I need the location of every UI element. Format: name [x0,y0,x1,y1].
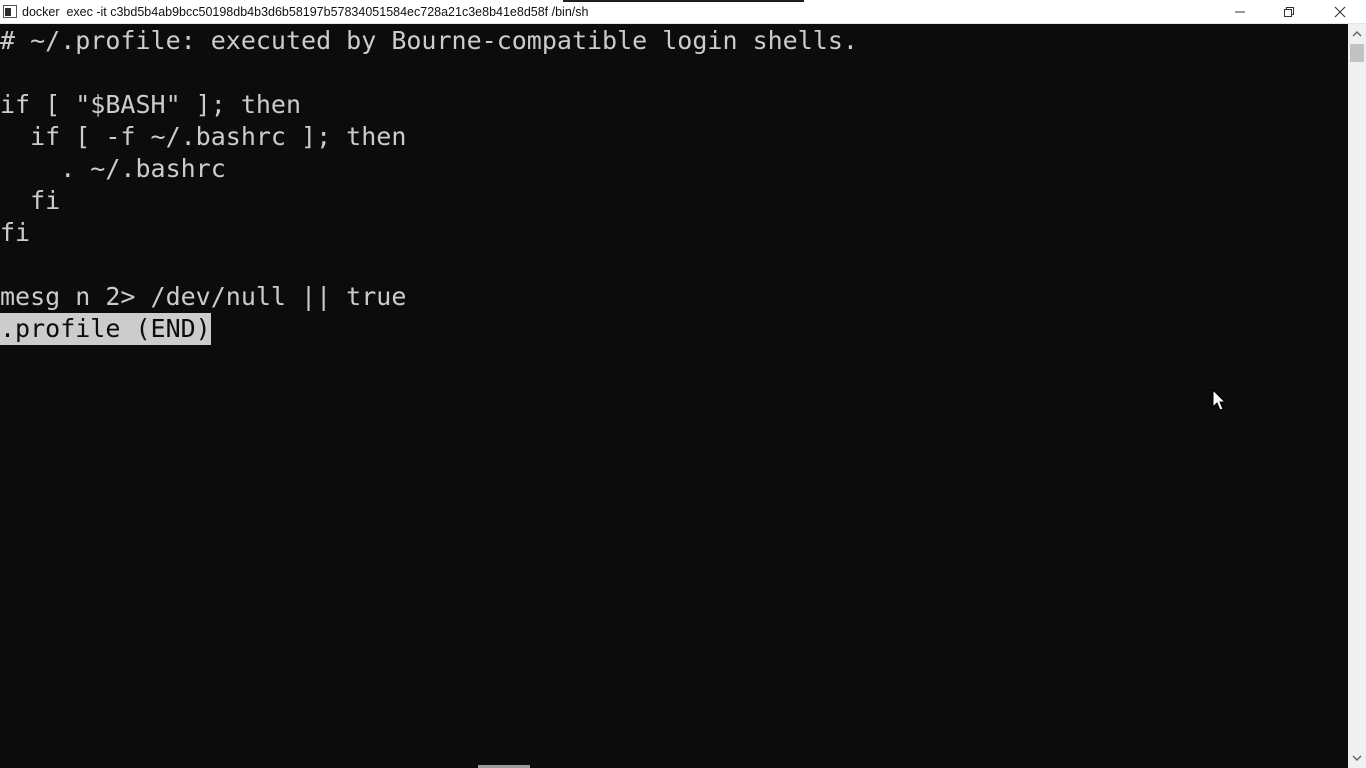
window-title: docker exec -it c3bd5b4ab9bcc50198db4b3d… [22,5,589,19]
title-bar-accent [563,0,804,2]
terminal-output[interactable]: # ~/.profile: executed by Bourne-compati… [0,24,1348,768]
close-button[interactable] [1317,0,1363,24]
minimize-button[interactable] [1217,0,1263,24]
terminal-line: fi [0,186,61,215]
restore-button[interactable] [1266,0,1312,24]
vertical-scrollbar[interactable] [1348,24,1366,768]
scrollbar-thumb[interactable] [1350,44,1364,62]
terminal-line: fi [0,218,31,247]
terminal-line: if [ -f ~/.bashrc ]; then [0,122,407,151]
close-icon [1334,6,1346,18]
terminal-window: docker exec -it c3bd5b4ab9bcc50198db4b3d… [0,0,1366,768]
terminal-line: if [ "$BASH" ]; then [0,90,302,119]
scroll-down-icon[interactable] [1352,754,1362,762]
mouse-cursor-icon [1212,389,1227,411]
terminal-line: # ~/.profile: executed by Bourne-compati… [0,26,858,55]
terminal-line: mesg n 2> /dev/null || true [0,282,407,311]
pager-status-line: .profile (END) [0,313,211,345]
minimize-icon [1235,11,1245,13]
terminal-line: . ~/.bashrc [0,154,226,183]
title-bar[interactable]: docker exec -it c3bd5b4ab9bcc50198db4b3d… [0,0,1366,24]
restore-icon [1284,7,1294,17]
scroll-up-icon[interactable] [1352,30,1362,38]
console-icon[interactable] [3,5,17,18]
